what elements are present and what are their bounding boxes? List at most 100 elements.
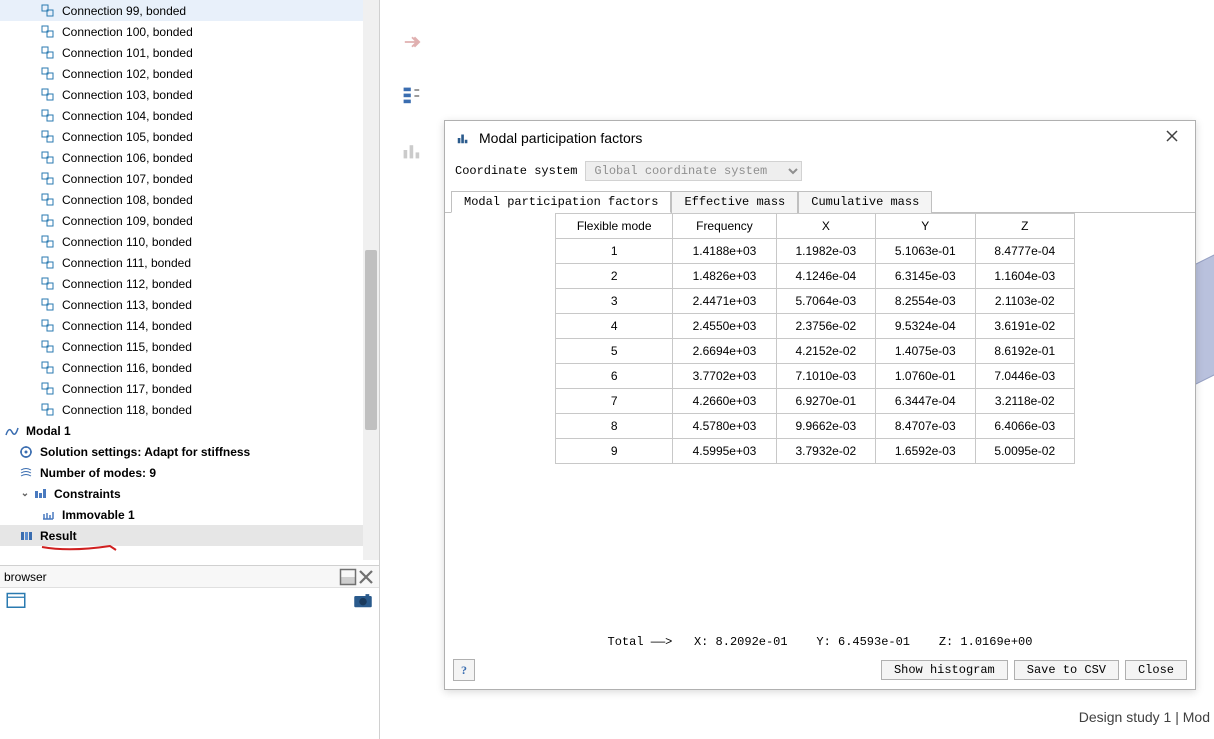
dialog-footer: ? Show histogram Save to CSV Close [445,657,1195,689]
coord-system-select[interactable]: Global coordinate system [585,161,802,181]
tree-result[interactable]: Result [0,525,379,546]
table-header: Frequency [673,214,776,239]
connection-icon [40,255,56,271]
connection-icon [40,150,56,166]
tab-modal-participation[interactable]: Modal participation factors [451,191,671,213]
table-row[interactable]: 94.5995e+033.7932e-021.6592e-035.0095e-0… [556,439,1075,464]
tree-item-label: Solution settings: Adapt for stiffness [40,445,250,459]
tree-scrollbar-thumb[interactable] [365,250,377,430]
table-cell: 2.3756e-02 [776,314,875,339]
tree-connection-item[interactable]: Connection 110, bonded [0,231,379,252]
table-row[interactable]: 42.4550e+032.3756e-029.5324e-043.6191e-0… [556,314,1075,339]
tree-connection-item[interactable]: Connection 99, bonded [0,0,379,21]
tree-connection-item[interactable]: Connection 108, bonded [0,189,379,210]
tree-connection-item[interactable]: Connection 104, bonded [0,105,379,126]
table-cell: 6 [556,364,673,389]
table-row[interactable]: 21.4826e+034.1246e-046.3145e-031.1604e-0… [556,264,1075,289]
totals-row: Total ——> X: 8.2092e-01 Y: 6.4593e-01 Z:… [445,631,1195,657]
coordinate-row: Coordinate system Global coordinate syst… [445,155,1195,191]
tree-constraints[interactable]: ⌄ Constraints [0,483,379,504]
tree-solution-settings[interactable]: Solution settings: Adapt for stiffness [0,441,379,462]
table-row[interactable]: 32.4471e+035.7064e-038.2554e-032.1103e-0… [556,289,1075,314]
tree-connection-item[interactable]: Connection 117, bonded [0,378,379,399]
hand-underline [40,542,120,552]
table-row[interactable]: 11.4188e+031.1982e-035.1063e-018.4777e-0… [556,239,1075,264]
table-cell: 4.2660e+03 [673,389,776,414]
tree-connection-item[interactable]: Connection 116, bonded [0,357,379,378]
tree-item-label: Connection 116, bonded [62,361,192,375]
connection-icon [40,360,56,376]
tree-connection-item[interactable]: Connection 112, bonded [0,273,379,294]
dock-icon[interactable] [339,568,357,586]
tree-item-label: Constraints [54,487,121,501]
table-cell: 3.2118e-02 [975,389,1074,414]
tree-num-modes[interactable]: Number of modes: 9 [0,462,379,483]
table-cell: 6.3145e-03 [876,264,975,289]
tree-item-label: Connection 113, bonded [62,298,192,312]
tree-connection-item[interactable]: Connection 103, bonded [0,84,379,105]
tree-scrollbar[interactable] [363,0,379,560]
dialog-title: Modal participation factors [479,130,642,146]
model-tree: Connection 99, bondedConnection 100, bon… [0,0,379,560]
table-cell: 6.3447e-04 [876,389,975,414]
tab-effective-mass[interactable]: Effective mass [671,191,798,213]
browser-toolbar [0,588,379,614]
tree-modal[interactable]: Modal 1 [0,420,379,441]
close-panel-icon[interactable] [357,568,375,586]
connection-icon [40,234,56,250]
table-cell: 7.1010e-03 [776,364,875,389]
connection-icon [40,339,56,355]
table-cell: 5 [556,339,673,364]
help-button[interactable]: ? [453,659,475,681]
table-row[interactable]: 84.5780e+039.9662e-038.4707e-036.4066e-0… [556,414,1075,439]
tab-cumulative-mass[interactable]: Cumulative mass [798,191,932,213]
tree-item-label: Connection 102, bonded [62,67,193,81]
close-button[interactable]: Close [1125,660,1187,680]
results-table: Flexible modeFrequencyXYZ 11.4188e+031.1… [555,213,1075,464]
bars-icon[interactable] [400,138,424,162]
table-cell: 7.0446e-03 [975,364,1074,389]
show-histogram-button[interactable]: Show histogram [881,660,1008,680]
connection-icon [40,192,56,208]
tree-connection-item[interactable]: Connection 113, bonded [0,294,379,315]
table-cell: 2.1103e-02 [975,289,1074,314]
tree-immovable[interactable]: Immovable 1 [0,504,379,525]
tree-item-label: Connection 104, bonded [62,109,193,123]
tree-connection-item[interactable]: Connection 118, bonded [0,399,379,420]
table-cell: 9 [556,439,673,464]
tree-connection-item[interactable]: Connection 107, bonded [0,168,379,189]
table-row[interactable]: 52.6694e+034.2152e-021.4075e-038.6192e-0… [556,339,1075,364]
collapse-caret-icon[interactable]: ⌄ [18,488,32,499]
table-cell: 8.4777e-04 [975,239,1074,264]
tree-connection-item[interactable]: Connection 106, bonded [0,147,379,168]
tree-connection-item[interactable]: Connection 115, bonded [0,336,379,357]
tree-connection-item[interactable]: Connection 101, bonded [0,42,379,63]
tree-connection-item[interactable]: Connection 102, bonded [0,63,379,84]
tree-item-label: Connection 103, bonded [62,88,193,102]
table-cell: 1.0760e-01 [876,364,975,389]
table-cell: 6.4066e-03 [975,414,1074,439]
dialog-close-icon[interactable] [1159,129,1185,148]
tree-connection-item[interactable]: Connection 111, bonded [0,252,379,273]
camera-icon[interactable] [353,591,373,611]
save-csv-button[interactable]: Save to CSV [1014,660,1119,680]
browser-panel: browser [0,565,380,739]
table-cell: 1 [556,239,673,264]
table-row[interactable]: 74.2660e+036.9270e-016.3447e-043.2118e-0… [556,389,1075,414]
table-row[interactable]: 63.7702e+037.1010e-031.0760e-017.0446e-0… [556,364,1075,389]
table-cell: 4.1246e-04 [776,264,875,289]
tree-connection-item[interactable]: Connection 105, bonded [0,126,379,147]
tree-connection-item[interactable]: Connection 114, bonded [0,315,379,336]
stack-settings-icon[interactable] [400,84,424,108]
connection-icon [40,318,56,334]
tree-connection-item[interactable]: Connection 109, bonded [0,210,379,231]
window-icon[interactable] [6,591,26,611]
table-cell: 1.4075e-03 [876,339,975,364]
table-cell: 2.4550e+03 [673,314,776,339]
table-cell: 2 [556,264,673,289]
tree-item-label: Result [40,529,77,543]
table-header: Y [876,214,975,239]
table-header: Flexible mode [556,214,673,239]
tree-connection-item[interactable]: Connection 100, bonded [0,21,379,42]
expand-arrows-icon[interactable] [400,30,424,54]
